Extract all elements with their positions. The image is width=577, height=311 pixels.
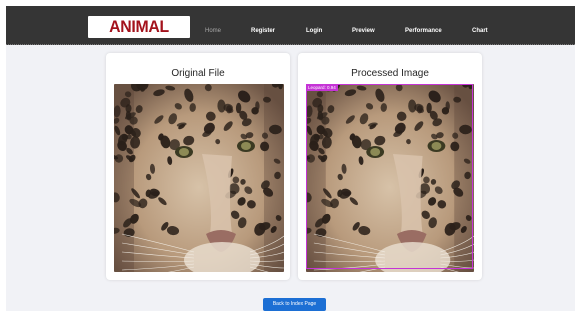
detection-bounding-box: [306, 84, 473, 269]
nav-preview[interactable]: Preview: [352, 27, 375, 35]
original-leopard-image: [114, 84, 284, 272]
logo-text: ANIMAL PARK: [109, 17, 169, 38]
nav-home[interactable]: Home: [205, 27, 221, 35]
nav-performance[interactable]: Performance: [405, 27, 442, 35]
nav-register[interactable]: Register: [251, 27, 275, 35]
nav-chart[interactable]: Chart: [472, 27, 488, 35]
original-file-title: Original File: [171, 68, 225, 79]
brand-logo[interactable]: ANIMAL PARK: [88, 16, 190, 38]
detection-label: Leopard: 0.94: [306, 84, 338, 91]
processed-image-title: Processed Image: [351, 68, 429, 79]
page-background: [6, 6, 575, 311]
nav-login[interactable]: Login: [306, 27, 322, 35]
back-to-index-button[interactable]: Back to Index Page: [263, 298, 326, 311]
